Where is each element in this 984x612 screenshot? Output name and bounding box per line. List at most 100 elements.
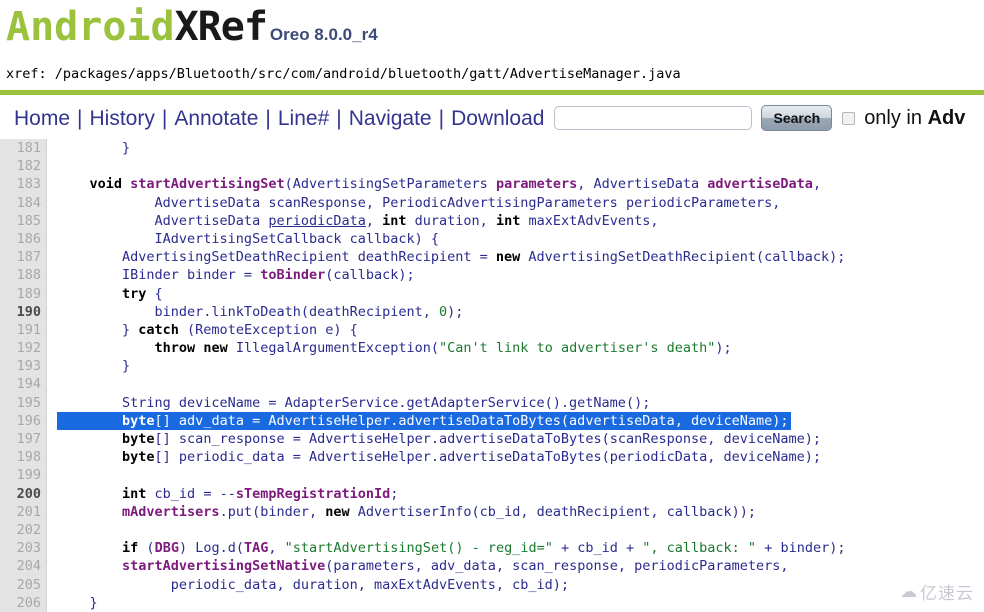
code-token: ; <box>390 485 399 502</box>
search-input[interactable] <box>554 106 753 130</box>
line-number[interactable]: 182 <box>0 157 41 175</box>
code-token: if <box>122 540 139 557</box>
code-token: throw new <box>154 340 228 357</box>
code-token: catch <box>138 321 179 338</box>
menu-item-home[interactable]: Home <box>14 108 70 129</box>
code-token: periodicData <box>268 212 366 229</box>
line-number[interactable]: 184 <box>0 194 41 212</box>
code-token: , AdvertiseData <box>577 176 708 193</box>
code-line-text: AdvertiseData scanResponse, PeriodicAdve… <box>57 194 781 212</box>
watermark: ☁ 亿速云 <box>900 579 974 605</box>
code-token: IllegalArgumentException( <box>227 340 440 357</box>
code-token: { <box>146 285 163 302</box>
source-code-viewer[interactable]: 181 } 182 183 void startAdvertisingSet(Adv… <box>0 139 984 612</box>
code-token: } <box>57 594 98 611</box>
main-menubar: Home | History | Annotate | Line# | Navi… <box>0 99 984 137</box>
line-number[interactable]: 201 <box>0 503 41 521</box>
code-line-text: byte[] periodic_data = AdvertiseHelper.a… <box>57 448 821 466</box>
logo-text-xref: XRef <box>174 4 268 50</box>
code-token: IAdvertisingSetCallback callback) { <box>57 230 440 247</box>
menu-item-line-number[interactable]: Line# <box>278 108 329 129</box>
menu-item-history[interactable]: History <box>90 108 155 129</box>
code-token: int <box>382 212 407 229</box>
code-token: , <box>812 176 822 193</box>
code-line-text: } catch (RemoteException e) { <box>57 321 358 339</box>
code-token: TAG <box>243 540 269 557</box>
code-token: ) Log.d( <box>178 540 244 557</box>
line-number[interactable]: 194 <box>0 375 41 393</box>
code-line-text: periodic_data, duration, maxExtAdvEvents… <box>57 576 569 594</box>
logo-text-android: Android <box>6 4 175 50</box>
line-number[interactable]: 197 <box>0 430 41 448</box>
line-number[interactable]: 198 <box>0 448 41 466</box>
page-root: AndroidXRef Oreo 8.0.0_r4 xref: /packages… <box>0 0 984 612</box>
line-number[interactable]: 205 <box>0 576 41 594</box>
code-token: + binder); <box>756 540 846 557</box>
code-token: periodic_data, duration, maxExtAdvEvents… <box>57 576 570 593</box>
menu-item-annotate[interactable]: Annotate <box>174 108 258 129</box>
line-number[interactable]: 187 <box>0 248 41 266</box>
code-token: "startAdvertisingSet() - reg_id=" <box>284 540 553 557</box>
line-number[interactable]: 206 <box>0 594 41 612</box>
code-token: ); <box>715 340 732 357</box>
code-token: } <box>57 321 139 338</box>
line-number[interactable]: 190 <box>0 303 41 321</box>
code-line-text: IBinder binder = toBinder(callback); <box>57 266 415 284</box>
code-line-text: } <box>57 594 98 612</box>
menu-item-navigate[interactable]: Navigate <box>349 108 432 129</box>
code-token: maxExtAdvEvents, <box>520 212 659 229</box>
line-number[interactable]: 189 <box>0 285 41 303</box>
xref-path: /packages/apps/Bluetooth/src/com/android… <box>54 66 681 82</box>
code-token: toBinder <box>260 267 326 284</box>
line-number[interactable]: 185 <box>0 212 41 230</box>
xref-path-line: xref: /packages/apps/Bluetooth/src/com/a… <box>0 66 984 88</box>
line-number[interactable]: 191 <box>0 321 41 339</box>
line-number[interactable]: 199 <box>0 466 41 484</box>
code-token: ); <box>447 303 464 320</box>
code-token: byte <box>122 412 155 429</box>
line-number[interactable]: 203 <box>0 539 41 557</box>
code-token: parameters <box>495 176 578 193</box>
code-token: AdvertiseData <box>57 212 269 229</box>
code-token: int <box>495 212 521 229</box>
code-token: void <box>89 176 123 193</box>
code-line-text: throw new IllegalArgumentException("Can'… <box>57 339 732 357</box>
code-token: "Can't link to advertiser's death" <box>439 340 716 357</box>
code-token: , <box>268 540 285 557</box>
code-token: .put(binder, <box>219 503 326 520</box>
line-number[interactable]: 196 <box>0 412 41 430</box>
code-token: [] adv_data = AdvertiseHelper.advertiseD… <box>154 412 789 429</box>
line-number[interactable]: 192 <box>0 339 41 357</box>
menu-separator: | <box>265 106 271 130</box>
code-token: new <box>495 249 521 266</box>
watermark-text: 亿速云 <box>920 584 974 604</box>
code-token: (parameters, adv_data, scan_response, pe… <box>325 558 789 575</box>
line-number[interactable]: 195 <box>0 394 41 412</box>
line-number[interactable]: 193 <box>0 357 41 375</box>
code-line-text: void startAdvertisingSet(AdvertisingSetP… <box>57 175 822 193</box>
line-number[interactable]: 183 <box>0 175 41 193</box>
code-token: String deviceName = AdapterService.getAd… <box>57 394 651 411</box>
line-number[interactable]: 181 <box>0 139 41 157</box>
line-number[interactable]: 186 <box>0 230 41 248</box>
search-button[interactable]: Search <box>761 105 833 131</box>
line-number[interactable]: 188 <box>0 266 41 284</box>
code-token: (RemoteException e) { <box>178 321 358 338</box>
site-logo-banner: AndroidXRef Oreo 8.0.0_r4 <box>0 0 984 62</box>
code-token: startAdvertisingSetNative <box>122 558 326 575</box>
line-number[interactable]: 202 <box>0 521 41 539</box>
only-in-file-checkbox[interactable] <box>842 111 856 125</box>
line-number[interactable]: 204 <box>0 557 41 575</box>
code-token: mAdvertisers <box>122 503 220 520</box>
line-number[interactable]: 200 <box>0 485 41 503</box>
menu-item-download[interactable]: Download <box>451 108 544 129</box>
code-line-text: int cb_id = --sTempRegistrationId; <box>57 485 398 503</box>
